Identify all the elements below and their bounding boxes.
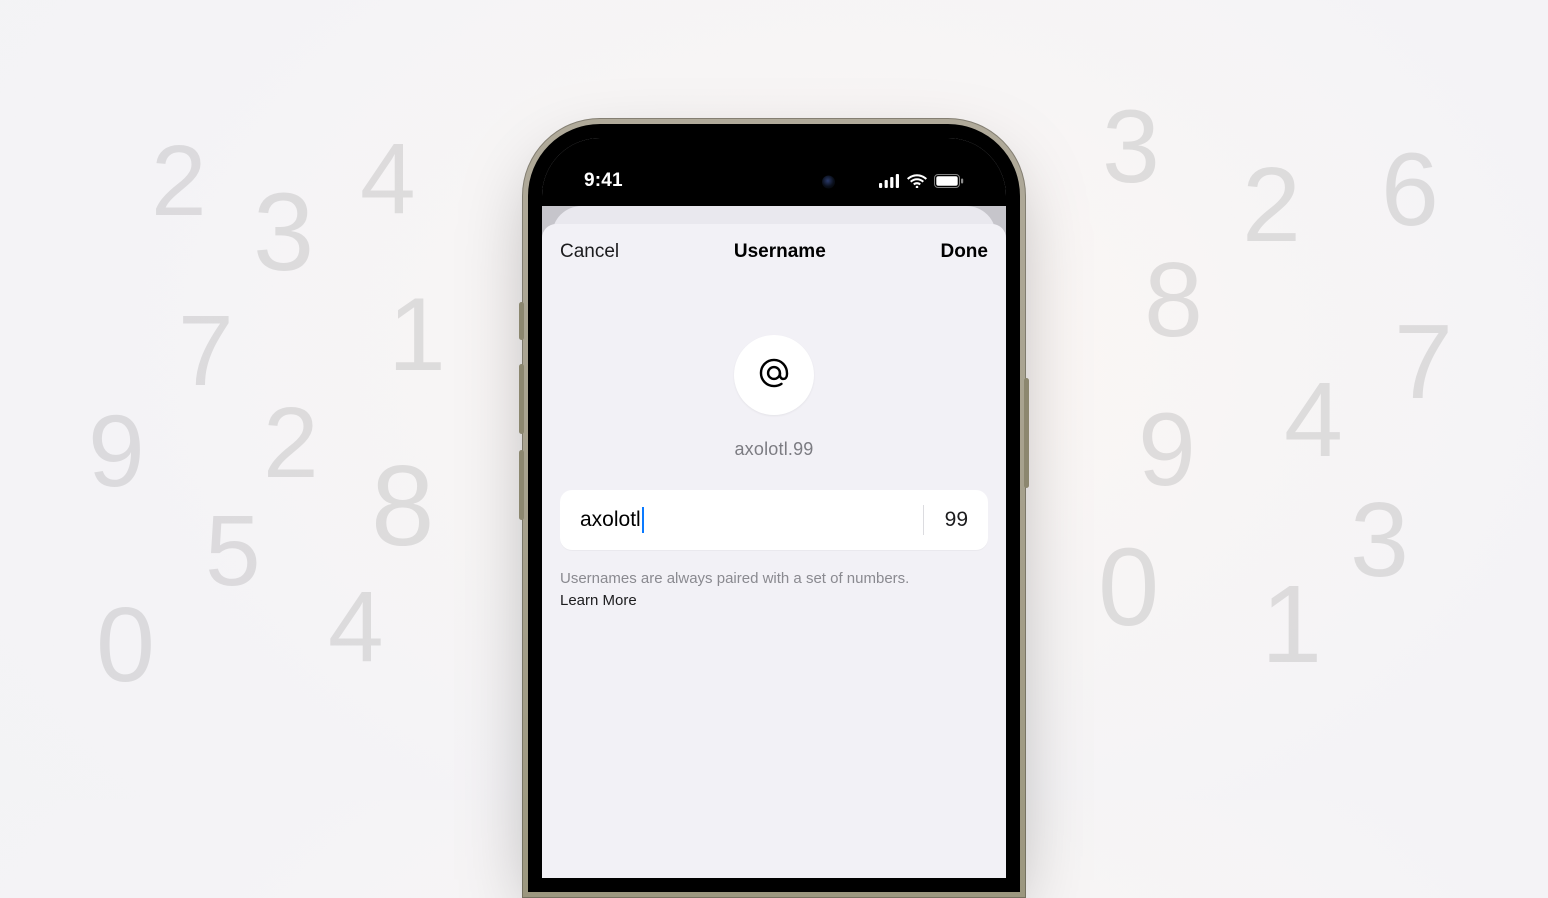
- username-preview: axolotl.99: [560, 439, 988, 460]
- username-field[interactable]: axolotl 99: [560, 490, 988, 550]
- bg-number: 3: [253, 178, 314, 288]
- bg-number: 6: [1381, 138, 1439, 242]
- battery-icon: [934, 174, 964, 188]
- username-input[interactable]: axolotl: [580, 507, 907, 533]
- username-sheet: Cancel Username Done axolotl.99: [542, 224, 1006, 878]
- bg-number: 9: [88, 400, 145, 502]
- username-input-value: axolotl: [580, 508, 641, 532]
- at-sign-icon: [757, 356, 791, 395]
- bg-number: 1: [388, 283, 446, 387]
- dynamic-island: [699, 162, 849, 202]
- bg-number: 8: [371, 450, 434, 564]
- bg-number: 9: [1138, 398, 1196, 502]
- phone-side-button: [1024, 378, 1029, 488]
- helper-text-area: Usernames are always paired with a set o…: [560, 568, 988, 612]
- learn-more-link[interactable]: Learn More: [560, 592, 637, 609]
- phone-side-button: [519, 364, 524, 434]
- field-separator: [923, 505, 924, 535]
- phone-side-button: [519, 450, 524, 520]
- username-suffix: 99: [940, 508, 968, 532]
- bg-number: 0: [96, 592, 155, 698]
- helper-text: Usernames are always paired with a set o…: [560, 570, 909, 587]
- bg-number: 4: [328, 577, 384, 677]
- status-time: 9:41: [584, 170, 623, 192]
- bg-number: 2: [1242, 152, 1301, 258]
- bg-number: 4: [1284, 367, 1343, 473]
- sheet-navbar: Cancel Username Done: [560, 224, 988, 279]
- text-caret: [642, 507, 644, 533]
- bg-number: 7: [178, 301, 234, 401]
- done-button[interactable]: Done: [940, 241, 988, 263]
- bg-number: 3: [1350, 487, 1409, 593]
- bg-number: 2: [151, 131, 207, 231]
- cellular-icon: [879, 174, 900, 188]
- bg-number: 2: [263, 393, 319, 493]
- phone-frame: 9:41 Cancel Username: [522, 118, 1026, 898]
- at-sign-badge: [734, 335, 814, 415]
- bg-number: 1: [1261, 570, 1322, 680]
- sheet-title: Username: [734, 241, 826, 263]
- bg-number: 5: [205, 501, 261, 601]
- bg-number: 8: [1144, 247, 1203, 353]
- bg-number: 7: [1394, 309, 1453, 415]
- bg-number: 0: [1098, 533, 1159, 643]
- bg-number: 4: [360, 129, 416, 229]
- cancel-button[interactable]: Cancel: [560, 241, 619, 263]
- bg-number: 3: [1102, 95, 1160, 199]
- phone-side-button: [519, 302, 524, 340]
- wifi-icon: [907, 174, 927, 188]
